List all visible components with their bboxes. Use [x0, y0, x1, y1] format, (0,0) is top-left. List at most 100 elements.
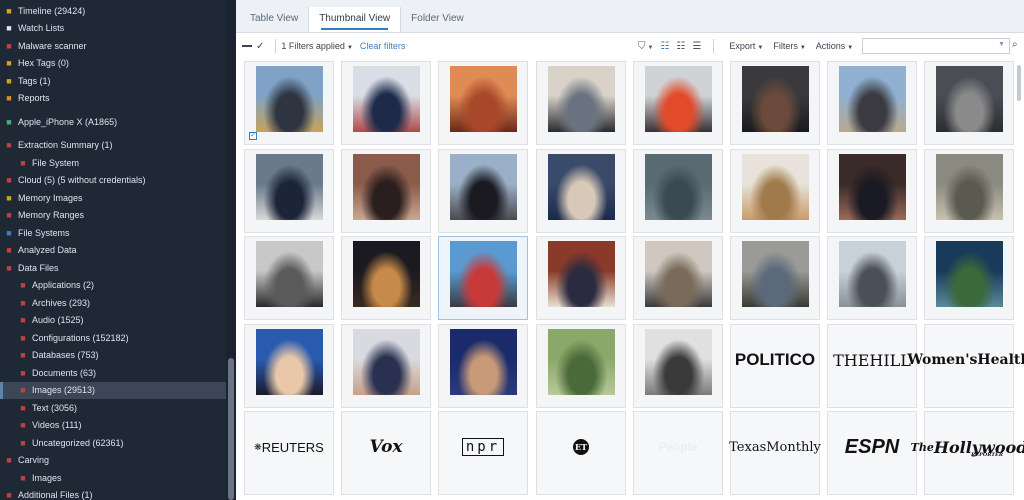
sidebar-item[interactable]: ■ Databases (753)	[0, 347, 226, 365]
thumbnail-cell[interactable]	[924, 61, 1014, 145]
actions-button[interactable]: Actions ▼	[816, 41, 853, 51]
thumbnail-image	[839, 154, 906, 220]
thumbnail-cell[interactable]	[827, 236, 917, 320]
large-thumbnails-icon[interactable]: ☷	[660, 41, 669, 52]
thumbnail-cell[interactable]	[827, 61, 917, 145]
thumbnail-cell[interactable]	[438, 236, 528, 320]
grid-scrollbar[interactable]	[1014, 61, 1024, 500]
sidebar-item[interactable]: ■ Timeline (29424)	[0, 2, 226, 20]
thumbnail-cell[interactable]	[924, 236, 1014, 320]
sidebar-item[interactable]: ■ File System	[0, 154, 226, 172]
thumbnail-cell[interactable]	[438, 61, 528, 145]
thumbnail-cell[interactable]: ❋ REUTERS	[244, 411, 334, 495]
thumbnail-cell[interactable]	[438, 149, 528, 233]
thumbnail-cell[interactable]	[730, 61, 820, 145]
sidebar-item[interactable]: ■ Apple_iPhone X (A1865)	[0, 113, 226, 131]
thumbnail-cell[interactable]	[244, 149, 334, 233]
thumbnail-cell[interactable]: People	[633, 411, 723, 495]
thumbnail-cell[interactable]: ✓	[244, 61, 334, 145]
select-all-icon[interactable]: ✓	[256, 41, 264, 52]
sidebar-item[interactable]: ■ Analyzed Data	[0, 242, 226, 260]
thumbnail-cell[interactable]	[341, 324, 431, 408]
sidebar-item[interactable]: ■ Configurations (152182)	[0, 329, 226, 347]
thumbnail-cell[interactable]	[244, 236, 334, 320]
grid-scroll-thumb[interactable]	[1017, 65, 1021, 101]
sidebar-item[interactable]: ■ Tags (1)	[0, 72, 226, 90]
sidebar-item[interactable]: ■ Text (3056)	[0, 399, 226, 417]
logo-text: Women'sHealth	[907, 352, 1024, 368]
sidebar-item[interactable]: ■ Archives (293)	[0, 294, 226, 312]
thumbnail-cell[interactable]	[633, 324, 723, 408]
export-button[interactable]: Export ▼	[729, 41, 763, 51]
sidebar-item[interactable]: ■ Data Files	[0, 259, 226, 277]
tag-filter-icon[interactable]: ⛉ ▼	[638, 41, 653, 52]
filters-button[interactable]: Filters ▼	[773, 41, 805, 51]
sidebar-item[interactable]: ■ Applications (2)	[0, 277, 226, 295]
thumbnail-cell[interactable]: Women'sHealth	[907, 324, 1024, 408]
sidebar-item[interactable]: ■ Memory Ranges	[0, 207, 226, 225]
thumbnail-cell[interactable]: Vox	[341, 411, 431, 495]
thumbnail-cell[interactable]	[341, 149, 431, 233]
filters-label: Filters	[773, 41, 798, 51]
thumbnail-cell[interactable]: ESPN	[827, 411, 917, 495]
thumbnail-cell[interactable]	[341, 61, 431, 145]
logo-text: People	[658, 440, 698, 454]
thumbnail-cell[interactable]	[536, 324, 626, 408]
sidebar-item[interactable]: ■ Additional Files (1)	[0, 487, 226, 500]
sidebar-item[interactable]: ■ Cloud (5) (5 without credentials)	[0, 172, 226, 190]
thumbnail-cell[interactable]: TexasMonthly	[729, 411, 821, 495]
thumbnail-cell[interactable]	[536, 236, 626, 320]
thumbnail-cell[interactable]: POLITICO	[730, 324, 820, 408]
thumbnail-cell[interactable]: ET	[536, 411, 626, 495]
search-input[interactable]: ▼	[862, 38, 1010, 54]
sidebar-tree: ■ Timeline (29424) ■ Watch Lists ■ Malware sc…	[0, 2, 226, 500]
thumbnail-cell[interactable]	[633, 61, 723, 145]
thumbnail-cell[interactable]	[827, 149, 917, 233]
tab-folder-view[interactable]: Folder View	[401, 7, 474, 32]
thumbnail-cell[interactable]	[730, 236, 820, 320]
uncategorized-icon: ■	[20, 437, 26, 448]
sidebar-item[interactable]: ■ Memory Images	[0, 189, 226, 207]
thumbnail-cell[interactable]	[633, 236, 723, 320]
thumbnail-image	[548, 241, 615, 307]
thumbnail-cell[interactable]	[730, 149, 820, 233]
sidebar-scroll-thumb[interactable]	[228, 358, 234, 500]
search-history-icon[interactable]: ▼	[998, 41, 1005, 48]
medium-thumbnails-icon[interactable]: ☷	[676, 41, 685, 52]
deselect-all-icon[interactable]	[242, 45, 252, 47]
thumbnail-cell[interactable]	[633, 149, 723, 233]
thumbnail-image	[256, 154, 323, 220]
sidebar-item[interactable]: ■ Extraction Summary (1)	[0, 137, 226, 155]
sidebar-item[interactable]: ■ Malware scanner	[0, 37, 226, 55]
thumbnail-cell[interactable]: The Hollywood REPORTER	[911, 411, 1024, 495]
sidebar-item[interactable]: ■ Documents (63)	[0, 364, 226, 382]
sidebar-item[interactable]: ■ Watch Lists	[0, 20, 226, 38]
sidebar-item[interactable]: ■ Hex Tags (0)	[0, 55, 226, 73]
sidebar-item[interactable]: ■ Videos (111)	[0, 417, 226, 435]
sidebar-item[interactable]: ■ File Systems	[0, 224, 226, 242]
thumbnail-cell[interactable]	[924, 149, 1014, 233]
thumbnail-image	[450, 329, 517, 395]
sidebar-item[interactable]: ■ Images (29513)	[0, 381, 226, 399]
thumbnail-checkbox[interactable]: ✓	[249, 132, 257, 140]
thumbnail-cell[interactable]: npr	[438, 411, 528, 495]
thumbnail-cell[interactable]	[244, 324, 334, 408]
thumbnail-logo: ESPN	[828, 426, 916, 468]
sidebar-scrollbar[interactable]	[226, 0, 236, 500]
sidebar-item[interactable]: ■ Uncategorized (62361)	[0, 434, 226, 452]
thumbnail-cell[interactable]	[536, 61, 626, 145]
filters-applied-dropdown[interactable]: 1 Filters applied ▼	[281, 41, 353, 51]
clear-filters-link[interactable]: Clear filters	[360, 41, 406, 51]
thumbnail-cell[interactable]	[438, 324, 528, 408]
sidebar-item[interactable]: ■ Carving	[0, 452, 226, 470]
tab-table-view[interactable]: Table View	[240, 7, 308, 32]
thumbnail-cell[interactable]	[536, 149, 626, 233]
sidebar-item[interactable]: ■ Images	[0, 469, 226, 487]
sidebar-item[interactable]: ■ Reports	[0, 90, 226, 108]
thumbnail-cell[interactable]: THEHILL	[827, 324, 917, 408]
thumbnail-cell[interactable]	[341, 236, 431, 320]
sidebar-item[interactable]: ■ Audio (1525)	[0, 312, 226, 330]
tab-thumbnail-view[interactable]: Thumbnail View	[308, 7, 402, 32]
search-icon[interactable]: ⌕	[1012, 39, 1018, 50]
small-thumbnails-icon[interactable]: ☰	[692, 41, 701, 52]
